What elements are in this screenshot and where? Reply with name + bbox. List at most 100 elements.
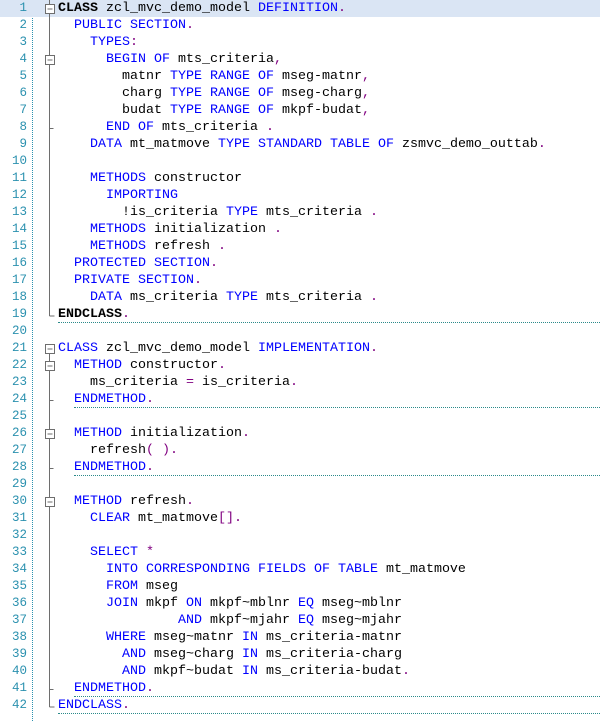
keyword-token: IN [241,664,258,679]
keyword-token: METHOD [74,358,122,373]
line-number: 32 [11,528,27,542]
code-line[interactable]: 31 CLEAR mt_matmove[]. [0,510,600,527]
identifier-token: charg [122,86,170,101]
code-line[interactable]: 21 CLASS zcl_mvc_demo_model IMPLEMENTATIO… [0,340,600,357]
code-line[interactable]: 37 AND mkpf~mjahr EQ mseg~mjahr [0,612,600,629]
code-line[interactable]: 42 ENDCLASS. [0,697,600,714]
code-text: METHOD refresh. [74,493,194,510]
code-line[interactable]: 32 [0,527,600,544]
fold-guide [40,561,58,578]
fold-guide [40,629,58,646]
fold-guide [40,391,58,408]
identifier-token: !is_criteria [122,205,226,220]
code-line[interactable]: 33 SELECT * [0,544,600,561]
code-line[interactable]: 27 refresh( ). [0,442,600,459]
code-line[interactable]: 17 PRIVATE SECTION. [0,272,600,289]
identifier-token: ms_criteria-matnr [257,630,402,645]
code-text: PUBLIC SECTION. [74,17,194,34]
fold-collapse-icon[interactable] [40,0,58,17]
code-line[interactable]: 40 AND mkpf~budat IN ms_criteria-budat. [0,663,600,680]
identifier-token: budat [122,103,170,118]
line-number: 15 [11,239,27,253]
code-text: ENDCLASS. [58,697,130,714]
fold-collapse-icon[interactable] [40,425,58,442]
code-line[interactable]: 41 ENDMETHOD. [0,680,600,697]
code-line[interactable]: 3 TYPES: [0,34,600,51]
code-text: budat TYPE RANGE OF mkpf-budat, [122,102,370,119]
identifier-token: ms_criteria-charg [257,647,402,662]
identifier-token: is_criteria [193,375,290,390]
keyword-token: IMPLEMENTATION [257,341,370,356]
keyword-token: JOIN [106,596,138,611]
identifier-token: mkpf~budat [146,664,242,679]
code-line[interactable]: 15 METHODS refresh . [0,238,600,255]
line-number: 18 [11,290,27,304]
code-line[interactable]: 18 DATA ms_criteria TYPE mts_criteria . [0,289,600,306]
identifier-token: mseg-charg [273,86,362,101]
punctuation-token: . [217,239,226,254]
code-line[interactable]: 11 METHODS constructor [0,170,600,187]
code-line[interactable]: 12 IMPORTING [0,187,600,204]
line-number: 23 [11,375,27,389]
keyword-token: TYPE RANGE OF [170,86,274,101]
code-line[interactable]: 1 CLASS zcl_mvc_demo_model DEFINITION. [0,0,600,17]
code-line[interactable]: 13 !is_criteria TYPE mts_criteria . [0,204,600,221]
code-text: IMPORTING [106,187,178,204]
line-number: 13 [11,205,27,219]
code-line[interactable]: 25 [0,408,600,425]
line-number: 28 [11,460,27,474]
keyword-token: METHODS [90,239,146,254]
code-text: JOIN mkpf ON mkpf~mblnr EQ mseg~mblnr [106,595,402,612]
code-line[interactable]: 20 [0,323,600,340]
line-number: 16 [11,256,27,270]
keyword-token: METHODS [90,171,146,186]
code-line[interactable]: 35 FROM mseg [0,578,600,595]
code-line[interactable]: 14 METHODS initialization . [0,221,600,238]
code-editor[interactable]: 1 CLASS zcl_mvc_demo_model DEFINITION. 2 PU… [0,0,600,721]
fold-collapse-icon[interactable] [40,340,58,357]
fold-collapse-icon[interactable] [40,51,58,68]
line-number: 12 [11,188,27,202]
fold-guide [40,17,58,34]
fold-guide [40,323,58,340]
fold-guide [40,85,58,102]
code-line[interactable]: 9 DATA mt_matmove TYPE STANDARD TABLE OF … [0,136,600,153]
fold-guide [40,255,58,272]
keyword-token: ENDMETHOD [74,681,146,696]
code-line[interactable]: 34 INTO CORRESPONDING FIELDS OF TABLE mt_… [0,561,600,578]
code-line[interactable]: 26 METHOD initialization. [0,425,600,442]
code-line[interactable]: 23 ms_criteria = is_criteria. [0,374,600,391]
punctuation-token: , [273,52,282,67]
code-line[interactable]: 4 BEGIN OF mts_criteria, [0,51,600,68]
identifier-token: matnr [122,69,170,84]
code-line[interactable]: 29 [0,476,600,493]
punctuation-token: . [273,222,282,237]
code-line[interactable]: 38 WHERE mseg~matnr IN ms_criteria-matnr [0,629,600,646]
code-text: METHOD constructor. [74,357,226,374]
code-line[interactable]: 22 METHOD constructor. [0,357,600,374]
code-line[interactable]: 2 PUBLIC SECTION. [0,17,600,34]
fold-collapse-icon[interactable] [40,357,58,374]
fold-collapse-icon[interactable] [40,493,58,510]
punctuation-token: , [361,69,370,84]
code-line[interactable]: 16 PROTECTED SECTION. [0,255,600,272]
code-line[interactable]: 36 JOIN mkpf ON mkpf~mblnr EQ mseg~mblnr [0,595,600,612]
code-text: CLASS zcl_mvc_demo_model IMPLEMENTATION. [58,340,378,357]
keyword-token: ENDMETHOD [74,460,146,475]
code-text: AND mseg~charg IN ms_criteria-charg [122,646,402,663]
code-line[interactable]: 7 budat TYPE RANGE OF mkpf-budat, [0,102,600,119]
code-line[interactable]: 6 charg TYPE RANGE OF mseg-charg, [0,85,600,102]
code-line[interactable]: 39 AND mseg~charg IN ms_criteria-charg [0,646,600,663]
line-number: 9 [19,137,27,151]
line-number: 34 [11,562,27,576]
code-line[interactable]: 10 [0,153,600,170]
code-line[interactable]: 19 ENDCLASS. [0,306,600,323]
code-line[interactable]: 28 ENDMETHOD. [0,459,600,476]
line-number: 2 [19,18,27,32]
identifier-token: mkpf~mjahr [202,613,298,628]
code-line[interactable]: 30 METHOD refresh. [0,493,600,510]
code-line[interactable]: 24 ENDMETHOD. [0,391,600,408]
code-line[interactable]: 8 END OF mts_criteria . [0,119,600,136]
code-line[interactable]: 5 matnr TYPE RANGE OF mseg-matnr, [0,68,600,85]
punctuation-token: . [185,18,194,33]
